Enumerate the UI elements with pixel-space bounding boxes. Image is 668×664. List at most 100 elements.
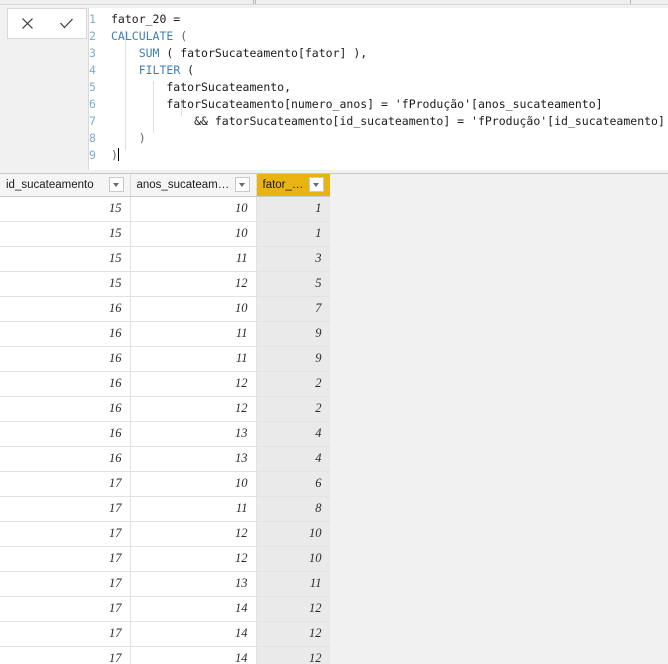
table-row[interactable]: 17 11 8 <box>0 496 330 522</box>
data-grid-scroll[interactable]: id_sucateamento anos_sucateamento fator_20… <box>0 174 330 664</box>
table-cell: 13 <box>130 446 257 472</box>
column-header-id-sucateamento[interactable]: id_sucateamento <box>0 174 131 197</box>
table-cell: 12 <box>130 271 257 297</box>
table-cell: 12 <box>256 621 330 647</box>
table-cell: 12 <box>130 546 257 572</box>
table-cell: 15 <box>0 196 131 222</box>
table-cell: 11 <box>130 321 257 347</box>
code-line[interactable]: 1 fator_20 = <box>89 11 668 28</box>
table-cell: 9 <box>256 346 330 372</box>
table-row[interactable]: 17 12 10 <box>0 546 330 572</box>
table-cell: 9 <box>256 321 330 347</box>
table-cell: 16 <box>0 346 131 372</box>
table-row[interactable]: 16 13 4 <box>0 421 330 447</box>
commit-button[interactable] <box>50 10 84 37</box>
table-row[interactable]: 17 13 11 <box>0 571 330 597</box>
code-text: fatorSucateamento, <box>111 80 292 94</box>
column-filter-button[interactable] <box>108 177 124 193</box>
table-row[interactable]: 16 11 9 <box>0 346 330 372</box>
table-cell: 16 <box>0 321 131 347</box>
table-cell: 16 <box>0 396 131 422</box>
table-cell: 15 <box>0 246 131 272</box>
code-line[interactable]: 5 fatorSucateamento, <box>89 79 668 96</box>
table-cell: 4 <box>256 446 330 472</box>
table-row[interactable]: 17 14 12 <box>0 621 330 647</box>
table-cell: 17 <box>0 471 131 497</box>
code-line[interactable]: 7 && fatorSucateamento[id_sucateamento] … <box>89 113 668 130</box>
line-number: 1 <box>89 12 96 26</box>
table-row[interactable]: 16 12 2 <box>0 371 330 397</box>
power-bi-dax-editor-screen: 1 fator_20 = 2 CALCULATE (3 SUM ( fatorSuca… <box>0 0 668 664</box>
table-cell: 13 <box>130 421 257 447</box>
table-row[interactable]: 16 13 4 <box>0 446 330 472</box>
table-row[interactable]: 15 11 3 <box>0 246 330 272</box>
formula-commit-toolbar <box>7 8 87 39</box>
table-cell: 10 <box>130 221 257 247</box>
code-line[interactable]: 8 ) <box>89 130 668 147</box>
table-cell: 17 <box>0 496 131 522</box>
table-cell: 10 <box>256 521 330 547</box>
table-cell: 16 <box>0 371 131 397</box>
table-cell: 1 <box>256 196 330 222</box>
table-cell: 10 <box>130 196 257 222</box>
table-cell: 17 <box>0 621 131 647</box>
code-line[interactable]: 2 CALCULATE ( <box>89 28 668 45</box>
code-line[interactable]: 6 fatorSucateamento[numero_anos] = 'fPro… <box>89 96 668 113</box>
table-row[interactable]: 17 10 6 <box>0 471 330 497</box>
column-header-label: anos_sucateamento <box>136 178 231 191</box>
table-row[interactable]: 17 12 10 <box>0 521 330 547</box>
table-row[interactable]: 15 10 1 <box>0 221 330 247</box>
code-text: CALCULATE ( <box>111 29 188 43</box>
table-cell: 17 <box>0 546 131 572</box>
column-filter-button[interactable] <box>234 177 250 193</box>
table-header-row: id_sucateamento anos_sucateamento fator_20 <box>0 174 330 197</box>
table-row[interactable]: 15 10 1 <box>0 196 330 222</box>
line-number: 3 <box>89 46 96 60</box>
line-number: 7 <box>89 114 96 128</box>
code-text: SUM ( fatorSucateamento[fator] ), <box>138 46 368 60</box>
code-line[interactable]: 9) <box>89 147 668 164</box>
check-icon <box>60 18 73 29</box>
table-cell: 17 <box>0 571 131 597</box>
table-row[interactable]: 15 12 5 <box>0 271 330 297</box>
table-cell: 16 <box>0 446 131 472</box>
table-cell: 17 <box>0 646 131 664</box>
table-cell: 8 <box>256 496 330 522</box>
close-icon <box>22 18 33 29</box>
table-cell: 14 <box>130 621 257 647</box>
column-filter-button[interactable] <box>308 177 324 193</box>
table-cell: 10 <box>130 296 257 322</box>
code-text: ) <box>111 131 146 145</box>
column-header-anos-sucateamento[interactable]: anos_sucateamento <box>130 174 257 197</box>
line-number: 2 <box>89 29 96 43</box>
table-row[interactable]: 16 12 2 <box>0 396 330 422</box>
data-preview-grid-region: id_sucateamento anos_sucateamento fator_20… <box>0 173 668 664</box>
data-table: id_sucateamento anos_sucateamento fator_20… <box>0 174 330 664</box>
table-cell: 13 <box>130 571 257 597</box>
table-cell: 6 <box>256 471 330 497</box>
code-text: ) <box>111 148 119 162</box>
code-text: && fatorSucateamento[id_sucateamento] = … <box>111 114 665 128</box>
table-cell: 15 <box>0 221 131 247</box>
column-header-fator-20[interactable]: fator_20 <box>256 174 330 197</box>
table-cell: 3 <box>256 246 330 272</box>
code-line[interactable]: 3 SUM ( fatorSucateamento[fator] ), <box>89 45 668 62</box>
table-cell: 17 <box>0 596 131 622</box>
table-row[interactable]: 16 11 9 <box>0 321 330 347</box>
code-line[interactable]: 4 FILTER ( <box>89 62 668 79</box>
line-number: 9 <box>89 148 96 162</box>
table-cell: 11 <box>130 246 257 272</box>
table-cell: 2 <box>256 371 330 397</box>
table-row[interactable]: 17 14 12 <box>0 596 330 622</box>
chevron-down-icon <box>113 182 119 187</box>
table-cell: 11 <box>130 346 257 372</box>
table-row[interactable]: 16 10 7 <box>0 296 330 322</box>
chevron-down-icon <box>313 182 319 187</box>
formula-bar-region: 1 fator_20 = 2 CALCULATE ( 3 SUM ( fatorSuca… <box>0 5 668 173</box>
table-row[interactable]: 17 14 12 <box>0 646 330 664</box>
cancel-button[interactable] <box>11 10 45 37</box>
column-header-label: fator_20 <box>262 178 305 191</box>
table-cell: 11 <box>256 571 330 597</box>
line-number: 5 <box>89 80 96 94</box>
dax-formula-editor[interactable]: 1 fator_20 = 2 CALCULATE ( 3 SUM ( fatorSuca… <box>88 8 668 170</box>
